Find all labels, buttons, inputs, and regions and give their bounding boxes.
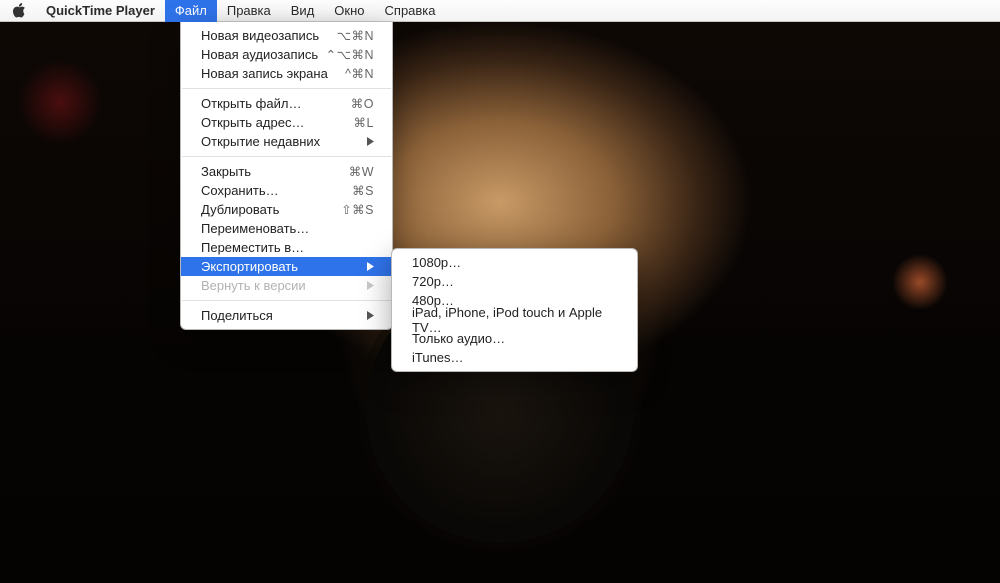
- export-720p[interactable]: 720p…: [392, 272, 637, 291]
- shortcut: ⌘S: [352, 183, 374, 198]
- label: iTunes…: [412, 350, 464, 365]
- chevron-right-icon: [367, 137, 374, 146]
- export-apple-devices[interactable]: iPad, iPhone, iPod touch и Apple TV…: [392, 310, 637, 329]
- chevron-right-icon: [367, 281, 374, 290]
- menu-item-new-audio-recording[interactable]: Новая аудиозапись ⌃⌥⌘N: [181, 45, 392, 64]
- menu-item-share[interactable]: Поделиться: [181, 306, 392, 325]
- label: Переименовать…: [201, 221, 309, 236]
- separator: [182, 156, 391, 157]
- export-1080p[interactable]: 1080p…: [392, 253, 637, 272]
- shortcut: ⇧⌘S: [341, 202, 374, 217]
- label: Закрыть: [201, 164, 251, 179]
- shortcut: ⌃⌥⌘N: [326, 47, 374, 62]
- separator: [182, 88, 391, 89]
- menu-window[interactable]: Окно: [324, 0, 374, 22]
- menu-bar: QuickTime Player Файл Правка Вид Окно Сп…: [0, 0, 1000, 22]
- label: Вернуть к версии: [201, 278, 306, 293]
- menu-item-duplicate[interactable]: Дублировать ⇧⌘S: [181, 200, 392, 219]
- separator: [182, 300, 391, 301]
- export-submenu: 1080p… 720p… 480p… iPad, iPhone, iPod to…: [391, 248, 638, 372]
- label: Новая аудиозапись: [201, 47, 318, 62]
- menu-view[interactable]: Вид: [281, 0, 325, 22]
- menu-item-new-screen-recording[interactable]: Новая запись экрана ^⌘N: [181, 64, 392, 83]
- menu-edit[interactable]: Правка: [217, 0, 281, 22]
- menu-file[interactable]: Файл: [165, 0, 217, 22]
- label: 720p…: [412, 274, 454, 289]
- export-itunes[interactable]: iTunes…: [392, 348, 637, 367]
- label: Открытие недавних: [201, 134, 320, 149]
- label: Дублировать: [201, 202, 279, 217]
- label: 1080p…: [412, 255, 461, 270]
- menu-item-revert-to: Вернуть к версии: [181, 276, 392, 295]
- menu-item-open-location[interactable]: Открыть адрес… ⌘L: [181, 113, 392, 132]
- menu-help[interactable]: Справка: [375, 0, 446, 22]
- label: Сохранить…: [201, 183, 279, 198]
- label: Новая видеозапись: [201, 28, 319, 43]
- menu-item-open-file[interactable]: Открыть файл… ⌘O: [181, 94, 392, 113]
- app-name[interactable]: QuickTime Player: [36, 0, 165, 22]
- shortcut: ^⌘N: [345, 66, 374, 81]
- chevron-right-icon: [367, 311, 374, 320]
- label: Переместить в…: [201, 240, 304, 255]
- menu-item-export[interactable]: Экспортировать: [181, 257, 392, 276]
- label: iPad, iPhone, iPod touch и Apple TV…: [412, 305, 619, 335]
- apple-icon[interactable]: [10, 3, 28, 18]
- label: Экспортировать: [201, 259, 298, 274]
- label: Поделиться: [201, 308, 273, 323]
- label: Открыть файл…: [201, 96, 301, 111]
- chevron-right-icon: [367, 262, 374, 271]
- label: Новая запись экрана: [201, 66, 328, 81]
- file-menu-dropdown: Новая видеозапись ⌥⌘N Новая аудиозапись …: [180, 22, 393, 330]
- shortcut: ⌥⌘N: [337, 28, 374, 43]
- shortcut: ⌘W: [349, 164, 374, 179]
- shortcut: ⌘L: [354, 115, 374, 130]
- menu-item-open-recent[interactable]: Открытие недавних: [181, 132, 392, 151]
- menu-item-save[interactable]: Сохранить… ⌘S: [181, 181, 392, 200]
- menu-item-new-movie-recording[interactable]: Новая видеозапись ⌥⌘N: [181, 26, 392, 45]
- menu-item-rename[interactable]: Переименовать…: [181, 219, 392, 238]
- label: Открыть адрес…: [201, 115, 304, 130]
- menu-item-close[interactable]: Закрыть ⌘W: [181, 162, 392, 181]
- menu-item-move-to[interactable]: Переместить в…: [181, 238, 392, 257]
- shortcut: ⌘O: [351, 96, 374, 111]
- label: Только аудио…: [412, 331, 505, 346]
